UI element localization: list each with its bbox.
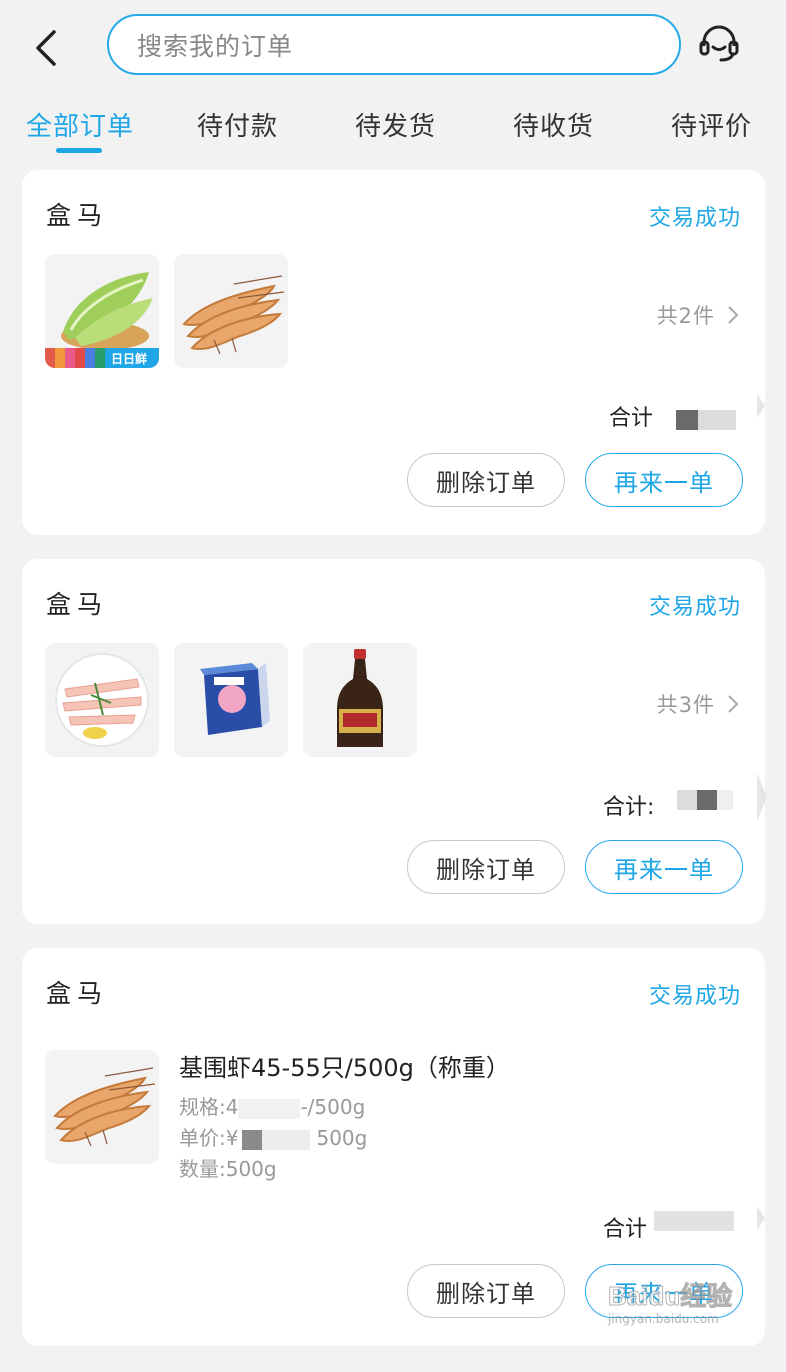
delete-order-button[interactable]: 删除订单 [407, 1264, 565, 1318]
price-blur [242, 1129, 263, 1150]
product-spec-tail: -/500g [300, 1095, 366, 1119]
shrimp-image [53, 1067, 156, 1147]
order-total-label: 合计 [609, 406, 654, 431]
product-thumbnail-shrimp[interactable] [45, 1050, 159, 1164]
buy-again-button[interactable]: 再来一单 [585, 453, 743, 507]
order-total-label: 合计 [603, 1217, 648, 1242]
edge-tab-icon [757, 773, 767, 821]
product-thumbnail-fish[interactable] [45, 643, 159, 757]
price-blur [262, 1129, 311, 1150]
order-total-amount-blur [698, 410, 736, 430]
product-thumbnail-tissue[interactable] [174, 643, 288, 757]
tab-pending-review[interactable]: 待评价 [671, 106, 752, 143]
order-total-amount-blur [654, 1211, 734, 1231]
shop-name: 盒马 [46, 979, 109, 1008]
tab-all-orders[interactable]: 全部订单 [26, 106, 134, 143]
product-spec: 规格:4 -/500g [179, 1091, 365, 1120]
item-count[interactable]: 共3件 [657, 689, 739, 719]
soy-sauce-image [337, 649, 383, 747]
chevron-left-icon [36, 30, 56, 66]
back-button[interactable] [30, 26, 66, 70]
tab-pending-shipment[interactable]: 待发货 [355, 106, 436, 143]
shrimp-image [182, 275, 285, 355]
tab-pending-payment[interactable]: 待付款 [197, 106, 278, 143]
product-unit-price-label: 单价:¥ [179, 1126, 239, 1150]
item-count-label: 共2件 [656, 304, 715, 328]
order-status: 交易成功 [648, 984, 741, 1009]
order-tabs: 全部订单 待付款 待发货 待收货 待评价 [0, 100, 786, 160]
search-placeholder: 搜索我的订单 [137, 31, 294, 61]
order-status: 交易成功 [648, 206, 741, 231]
product-spec-label: 规格:4 [179, 1095, 239, 1119]
product-unit-price: 单价:¥ 500g [179, 1122, 367, 1151]
order-card[interactable]: 盒马 交易成功 共3件 合计: 删除订单 再来一单 [22, 559, 767, 924]
product-quantity: 数量:500g [179, 1157, 277, 1181]
search-input[interactable]: 搜索我的订单 [107, 14, 681, 75]
watermark-subtext: jingyan.baidu.com [608, 1312, 719, 1326]
watermark: Baidu经验 jingyan.baidu.com [600, 1268, 770, 1338]
shop-name: 盒马 [46, 201, 109, 230]
order-total-amount [676, 410, 698, 430]
order-total-label: 合计: [603, 795, 655, 820]
order-card[interactable]: 盒马 交易成功 日日鲜 共2件 合计 删除订单 再来一单 [22, 170, 765, 535]
product-thumbnail-lettuce[interactable]: 日日鲜 [45, 254, 159, 368]
customer-service-button[interactable] [696, 20, 742, 66]
shop-name: 盒马 [46, 590, 109, 619]
thumbnail-badge: 日日鲜 [111, 352, 148, 366]
order-total-amount [697, 790, 717, 810]
headset-icon [699, 25, 739, 62]
order-status: 交易成功 [648, 595, 741, 620]
active-tab-indicator [56, 148, 102, 153]
edge-tab-icon [757, 1206, 765, 1230]
item-count[interactable]: 共2件 [657, 300, 739, 330]
delete-order-button[interactable]: 删除订单 [407, 840, 565, 894]
order-total-amount-blur [677, 790, 697, 810]
chevron-right-icon [728, 695, 739, 713]
order-total-amount-blur [717, 790, 733, 810]
watermark-text: Baidu经验 [607, 1281, 733, 1312]
product-title[interactable]: 基围虾45-55只/500g（称重） [179, 1048, 510, 1083]
fish-fillet-image [55, 653, 149, 747]
edge-tab-icon [757, 394, 765, 418]
product-thumbnail-shrimp[interactable] [174, 254, 288, 368]
delete-order-button[interactable]: 删除订单 [407, 453, 565, 507]
tissue-box-image [200, 663, 270, 735]
buy-again-button[interactable]: 再来一单 [585, 840, 743, 894]
tab-pending-receipt[interactable]: 待收货 [513, 106, 594, 143]
product-thumbnail-soy-sauce[interactable] [303, 643, 417, 757]
product-unit-price-tail: 500g [316, 1126, 368, 1150]
item-count-label: 共3件 [656, 693, 715, 717]
top-bar: 搜索我的订单 全部订单 待付款 待发货 待收货 待评价 [0, 0, 786, 160]
chevron-right-icon [728, 306, 739, 324]
spec-blur [238, 1098, 301, 1119]
